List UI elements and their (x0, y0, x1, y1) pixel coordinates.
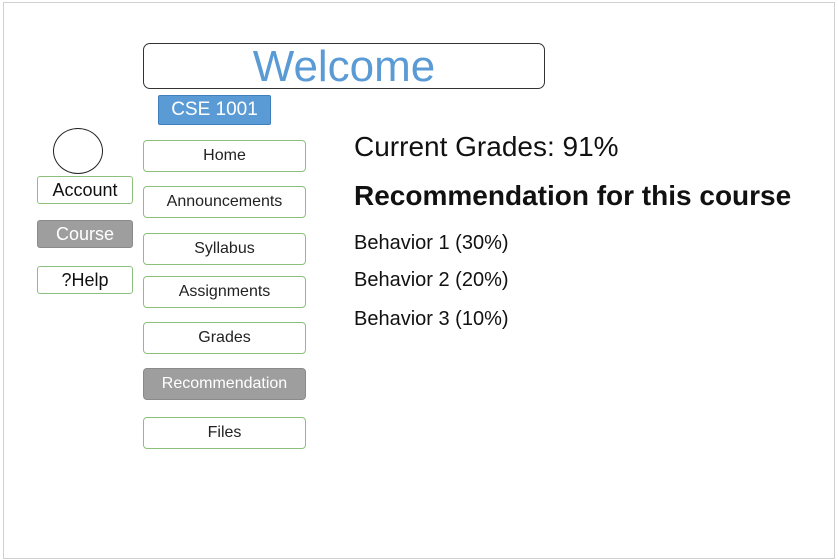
behavior-item-1: Behavior 1 (30%) (354, 232, 509, 254)
nav-recommendation-button[interactable]: Recommendation (143, 368, 306, 400)
nav-syllabus-button[interactable]: Syllabus (143, 233, 306, 265)
recommendation-heading: Recommendation for this course (354, 180, 792, 211)
current-grades-text: Current Grades: 91% (354, 131, 619, 162)
behavior-item-2: Behavior 2 (20%) (354, 269, 509, 291)
nav-assignments-button[interactable]: Assignments (143, 276, 306, 308)
welcome-banner: Welcome (143, 43, 545, 90)
course-button[interactable]: Course (37, 220, 133, 248)
avatar-icon[interactable] (53, 128, 103, 174)
help-button[interactable]: ?Help (37, 266, 133, 294)
nav-grades-button[interactable]: Grades (143, 322, 306, 354)
behavior-item-3: Behavior 3 (10%) (354, 308, 509, 330)
nav-home-button[interactable]: Home (143, 140, 306, 172)
nav-announcements-button[interactable]: Announcements (143, 186, 306, 218)
account-button[interactable]: Account (37, 176, 133, 204)
course-code-badge[interactable]: CSE 1001 (158, 95, 271, 125)
nav-files-button[interactable]: Files (143, 417, 306, 449)
